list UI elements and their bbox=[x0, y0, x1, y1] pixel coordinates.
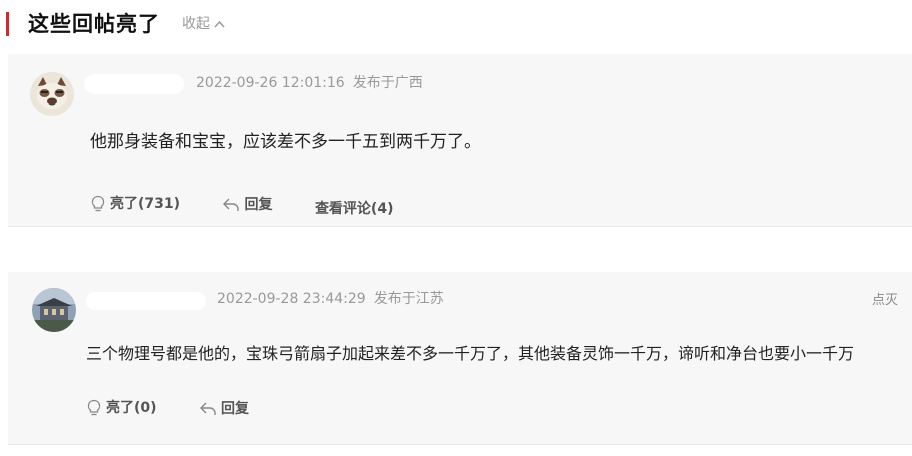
timestamp: 2022-09-26 12:01:16 bbox=[196, 75, 345, 91]
comment-meta: 2022-09-26 12:01:16 发布于广西 bbox=[196, 73, 423, 93]
location: 发布于广西 bbox=[352, 75, 423, 91]
comment-content: 三个物理号都是他的，宝珠弓箭扇子加起来差不多一千万了，其他装备灵饰一千万，谛听和… bbox=[86, 344, 855, 363]
comment-card: 2022-09-28 23:44:29 发布于江苏 点灭 三个物理号都是他的，宝珠… bbox=[8, 272, 912, 444]
comment-actions: 亮了(731) 回复 查看评论(4) bbox=[90, 194, 431, 219]
reply-icon bbox=[223, 198, 240, 211]
report-button[interactable]: 点灭 bbox=[872, 289, 898, 308]
location: 发布于江苏 bbox=[373, 291, 444, 307]
like-label: 亮了(0) bbox=[106, 400, 157, 416]
section-header: 这些回帖亮了 收起 bbox=[0, 0, 912, 48]
comment-meta: 2022-09-28 23:44:29 发布于江苏 bbox=[217, 289, 444, 309]
lightbulb-icon bbox=[87, 399, 101, 416]
view-comments-label: 查看评论(4) bbox=[314, 201, 394, 217]
view-comments-button[interactable]: 查看评论(4) bbox=[315, 199, 394, 219]
reply-icon bbox=[200, 402, 216, 415]
comment-actions: 亮了(0) 回复 bbox=[86, 398, 287, 423]
photo-avatar[interactable] bbox=[32, 288, 76, 332]
accent-bar bbox=[6, 12, 9, 36]
reply-label: 回复 bbox=[221, 401, 249, 417]
lightbulb-icon bbox=[91, 195, 105, 212]
like-button[interactable]: 亮了(731) bbox=[90, 194, 180, 214]
reply-button[interactable]: 回复 bbox=[222, 195, 272, 215]
divider bbox=[8, 444, 912, 445]
reply-label: 回复 bbox=[244, 197, 273, 213]
timestamp: 2022-09-28 23:44:29 bbox=[217, 291, 366, 307]
divider bbox=[8, 226, 912, 227]
collapse-label: 收起 bbox=[182, 16, 210, 32]
like-button[interactable]: 亮了(0) bbox=[86, 398, 157, 418]
comment-card: 2022-09-26 12:01:16 发布于广西 他那身装备和宝宝，应该差不多一… bbox=[8, 54, 912, 226]
section-title: 这些回帖亮了 bbox=[28, 12, 160, 36]
cat-avatar[interactable] bbox=[30, 72, 74, 116]
username-redacted bbox=[86, 292, 206, 310]
reply-button[interactable]: 回复 bbox=[199, 399, 249, 419]
collapse-button[interactable]: 收起 bbox=[182, 14, 225, 34]
comment-content: 他那身装备和宝宝，应该差不多一千五到两千万了。 bbox=[90, 132, 481, 152]
like-label: 亮了(731) bbox=[110, 196, 181, 212]
chevron-up-icon bbox=[214, 14, 225, 34]
username-redacted bbox=[84, 74, 184, 94]
